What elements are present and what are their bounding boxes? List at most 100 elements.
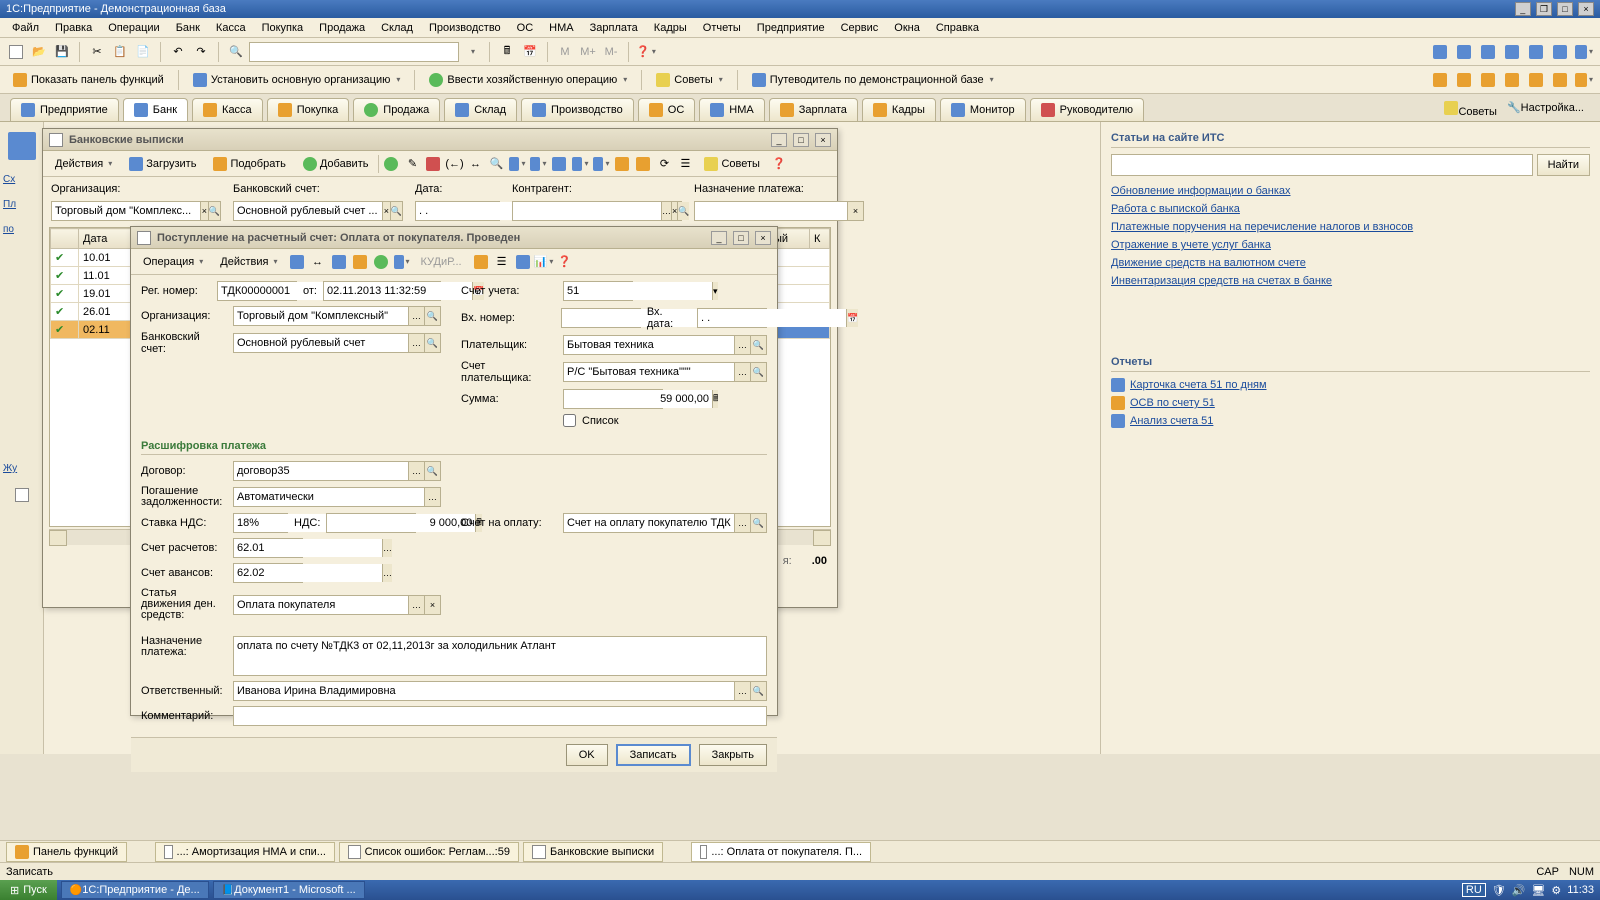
its-link[interactable]: Отражение в учете услуг банка [1111,238,1590,252]
cashflow-field[interactable]: …× [233,595,441,615]
bank-win-titlebar[interactable]: Банковские выписки _ □ × [43,129,837,151]
menu-item[interactable]: Кадры [648,20,693,36]
lookup-icon[interactable]: 🔍 [390,202,402,220]
strip-link[interactable]: по [3,224,40,235]
taskbar-item[interactable]: 🟠 1С:Предприятие - Де... [61,881,209,899]
select-icon[interactable]: … [734,336,750,354]
menu-item[interactable]: Покупка [256,20,310,36]
lookup-icon[interactable]: 🔍 [424,307,440,325]
report-link[interactable]: Анализ счета 51 [1111,414,1590,428]
kudir-button[interactable]: КУДиР... [414,253,469,271]
panel-icon[interactable] [1550,70,1570,90]
list-checkbox[interactable] [563,414,576,427]
lookup-icon[interactable]: 🔍 [750,682,766,700]
its-link[interactable]: Обновление информации о банках [1111,184,1590,198]
select-icon[interactable]: … [408,462,424,480]
select-icon[interactable]: … [734,363,750,381]
advice-button[interactable]: Советы [649,70,730,90]
select-icon[interactable]: … [734,682,750,700]
regno-field[interactable] [217,281,297,301]
set-org-button[interactable]: Установить основную организацию [186,70,408,90]
tb-icon[interactable] [514,253,532,271]
debt-field[interactable]: … [233,487,441,507]
advice-button[interactable]: Советы [697,154,766,174]
responsible-field[interactable]: …🔍 [233,681,767,701]
select-icon[interactable]: … [424,488,440,506]
vatrate-field[interactable]: … [233,513,288,533]
vat-field[interactable]: 🖩 [326,513,416,533]
help-icon[interactable]: ❓ [556,253,574,271]
tb-icon[interactable]: ↔ [309,253,327,271]
payeracc-field[interactable]: …🔍 [563,362,767,382]
menu-item[interactable]: Операции [102,20,165,36]
tool-icon[interactable] [1550,42,1570,62]
close-icon[interactable]: × [755,231,771,245]
menu-item[interactable]: Склад [375,20,419,36]
strip-link[interactable]: Жу [3,463,40,474]
contr-field[interactable]: …×🔍 [512,201,682,221]
select-icon[interactable]: … [408,596,424,614]
tab-bank[interactable]: Банк [123,98,188,121]
tool-icon[interactable] [1574,42,1594,62]
menu-item[interactable]: Окна [888,20,926,36]
tb-icon[interactable] [613,155,631,173]
menu-item[interactable]: Справка [930,20,985,36]
tab-nma[interactable]: НМА [699,98,764,121]
clear-icon[interactable]: × [200,202,208,220]
minimize-btn[interactable]: _ [1515,2,1531,16]
lookup-icon[interactable]: 🔍 [750,514,766,532]
acc-field[interactable]: ×🔍 [233,201,403,221]
dock-item[interactable]: Панель функций [6,842,127,862]
open-icon[interactable]: 📂 [29,42,49,62]
tray-icon[interactable]: 🖥 [1531,884,1545,897]
tab-warehouse[interactable]: Склад [444,98,517,121]
tb-icon[interactable] [508,155,526,173]
tb-icon[interactable]: ✎ [403,155,421,173]
tray-icon[interactable]: 🛡 [1492,884,1506,897]
invoice-field[interactable]: …🔍 [563,513,767,533]
tab-os[interactable]: ОС [638,98,696,121]
calc-icon[interactable]: 🖩 [712,390,718,408]
tab-monitor[interactable]: Монитор [940,98,1026,121]
menu-item[interactable]: Банк [170,20,206,36]
its-link[interactable]: Движение средств на валютном счете [1111,256,1590,270]
menu-item[interactable]: Правка [49,20,98,36]
menu-item[interactable]: Зарплата [584,20,644,36]
org-field[interactable]: ×🔍 [51,201,221,221]
select-icon[interactable]: … [408,334,424,352]
maximize-btn[interactable]: □ [1557,2,1573,16]
max-icon[interactable]: □ [793,133,809,147]
cut-icon[interactable]: ✂ [87,42,107,62]
find-icon[interactable]: 🔍 [226,42,246,62]
clear-icon[interactable]: × [847,202,863,220]
tb-icon[interactable]: ↔ [466,155,484,173]
panel-icon[interactable] [1478,70,1498,90]
paste-icon[interactable]: 📄 [133,42,153,62]
lookup-icon[interactable]: 🔍 [750,336,766,354]
new-icon[interactable] [6,42,26,62]
close-btn[interactable]: × [1578,2,1594,16]
date-field[interactable]: 📅× [415,201,500,221]
contract-field[interactable]: …🔍 [233,461,441,481]
tool-icon[interactable] [1454,42,1474,62]
m-icon[interactable]: M [555,42,575,62]
menu-item[interactable]: Отчеты [697,20,747,36]
lookup-icon[interactable]: 🔍 [424,334,440,352]
tab-purchase[interactable]: Покупка [267,98,350,121]
tool-icon[interactable] [1430,42,1450,62]
select-icon[interactable]: … [382,539,392,557]
advanceacc-field[interactable]: … [233,563,303,583]
close-button[interactable]: Закрыть [699,744,767,766]
clear-icon[interactable]: × [424,596,440,614]
operation-button[interactable]: Операция [136,253,210,271]
account-field[interactable]: ▾ [563,281,633,301]
select-icon[interactable]: … [408,307,424,325]
tb-icon[interactable] [424,155,442,173]
regdate-field[interactable]: 📅 [323,281,441,301]
payer-field[interactable]: …🔍 [563,335,767,355]
actions-button[interactable]: Действия [213,253,284,271]
tab-production[interactable]: Производство [521,98,634,121]
search-dd-icon[interactable] [462,42,482,62]
strip-link[interactable]: Пл [3,199,40,210]
lookup-icon[interactable]: 🔍 [424,462,440,480]
